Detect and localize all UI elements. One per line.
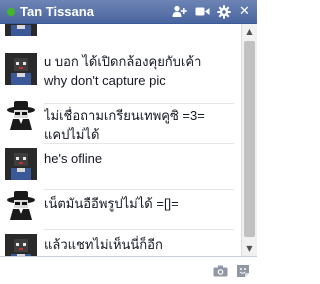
pixel-character-avatar[interactable] xyxy=(5,53,37,85)
message-list[interactable]: u บอก ได้เปิดกล้องคุยกับเค้า why don't c… xyxy=(0,24,241,256)
contact-name[interactable]: Tan Tissana xyxy=(20,4,94,19)
online-status-icon xyxy=(7,8,15,16)
message-text: เน็ตมันอือีพรูปไม่ได้ =[]= xyxy=(44,194,238,213)
message-line: u บอก ได้เปิดกล้องคุยกับเค้า xyxy=(44,54,202,69)
hat-character-avatar[interactable] xyxy=(5,98,37,130)
camera-icon[interactable] xyxy=(212,263,228,279)
message-line: ไม่เชื่อถามเกรียนเทพคูซิ =3= xyxy=(44,108,205,123)
pixel-character-avatar[interactable] xyxy=(5,234,37,256)
message-input[interactable] xyxy=(4,260,204,282)
message-item: แล้วแชทไม่เห็นนี่ก็อีก xyxy=(0,234,241,256)
add-friend-icon[interactable] xyxy=(171,3,188,20)
gear-icon[interactable] xyxy=(215,3,232,20)
video-call-icon[interactable] xyxy=(194,3,211,20)
message-scrollbar[interactable]: ▲ ▼ xyxy=(241,24,257,256)
close-icon[interactable]: ✕ xyxy=(236,3,253,20)
message-divider xyxy=(44,143,234,144)
message-line: he's ofline xyxy=(44,151,103,166)
scroll-up-arrow-icon[interactable]: ▲ xyxy=(242,24,257,39)
scroll-thumb[interactable] xyxy=(244,41,255,237)
message-line: แล้วแชทไม่เห็นนี่ก็อีก xyxy=(44,237,163,252)
chat-header[interactable]: Tan Tissana ✕ xyxy=(0,0,257,24)
message-line: why don't capture pic xyxy=(44,73,166,88)
message-line: แคปไม่ได้ xyxy=(44,127,100,142)
hat-character-avatar[interactable] xyxy=(5,188,37,220)
message-item: he's ofline xyxy=(0,148,241,184)
message-text: u บอก ได้เปิดกล้องคุยกับเค้า why don't c… xyxy=(44,52,238,90)
message-line: เน็ตมันอือีพรูปไม่ได้ =[]= xyxy=(44,196,179,211)
message-divider xyxy=(44,229,234,230)
message-composer xyxy=(0,256,257,284)
message-text: he's ofline xyxy=(44,149,238,168)
message-item: เน็ตมันอือีพรูปไม่ได้ =[]= xyxy=(0,188,241,226)
message-item: u บอก ได้เปิดกล้องคุยกับเค้า why don't c… xyxy=(0,53,241,97)
message-text: ไม่เชื่อถามเกรียนเทพคูซิ =3= แคปไม่ได้ xyxy=(44,106,238,144)
scroll-down-arrow-icon[interactable]: ▼ xyxy=(242,241,257,256)
message-text: แล้วแชทไม่เห็นนี่ก็อีก xyxy=(44,235,238,254)
message-item xyxy=(0,24,241,40)
sticker-icon[interactable] xyxy=(235,263,251,279)
pixel-character-avatar[interactable] xyxy=(5,24,37,36)
message-item: ไม่เชื่อถามเกรียนเทพคูซิ =3= แคปไม่ได้ xyxy=(0,98,241,142)
pixel-character-avatar[interactable] xyxy=(5,148,37,180)
